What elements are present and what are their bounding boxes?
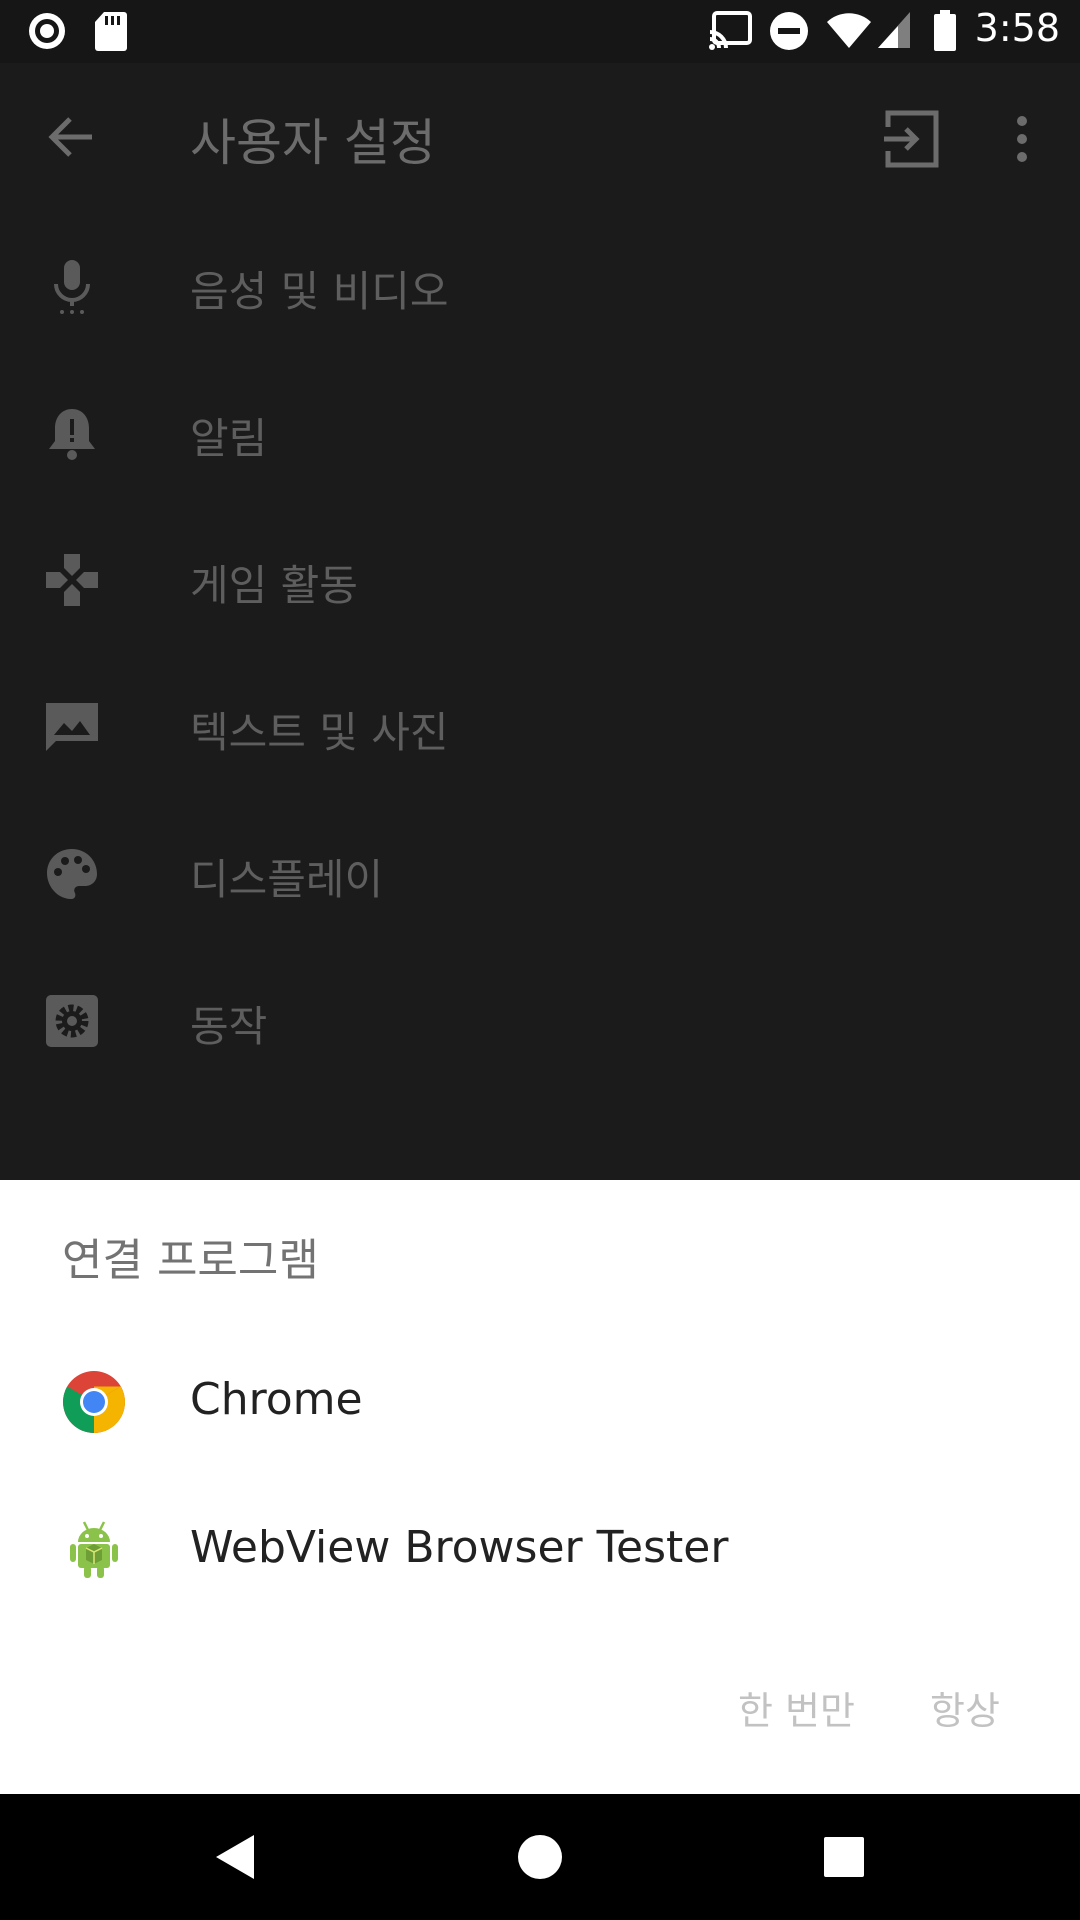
image-icon	[46, 703, 98, 751]
just-once-button[interactable]: 한 번만	[738, 1680, 855, 1735]
screen: 3:58 사용자 설정 음성 및 비디오 알림 게임 활동 텍스트 및 사진 디…	[0, 0, 1080, 1920]
cast-icon	[709, 11, 752, 50]
battery-icon	[934, 10, 956, 51]
back-arrow-icon[interactable]	[40, 105, 104, 169]
back-triangle-icon[interactable]	[206, 1827, 266, 1887]
always-button[interactable]: 항상	[930, 1680, 1000, 1735]
android-icon	[70, 1521, 118, 1578]
app-option-label: WebView Browser Tester	[190, 1522, 729, 1573]
setting-item-notifications[interactable]: 알림	[0, 357, 1080, 504]
gamepad-icon	[46, 554, 98, 606]
status-time: 3:58	[974, 6, 1060, 50]
app-option-label: Chrome	[190, 1374, 363, 1425]
do-not-disturb-icon	[770, 12, 808, 50]
setting-item-behavior[interactable]: 동작	[0, 945, 1080, 1092]
record-icon	[29, 13, 65, 49]
setting-label: 알림	[190, 414, 268, 463]
setting-item-voice-video[interactable]: 음성 및 비디오	[0, 210, 1080, 357]
sheet-title: 연결 프로그램	[62, 1235, 319, 1286]
setting-label: 음성 및 비디오	[190, 267, 449, 316]
app-option-chrome[interactable]: Chrome	[0, 1328, 1080, 1476]
sd-card-icon	[95, 12, 127, 51]
setting-item-text-images[interactable]: 텍스트 및 사진	[0, 651, 1080, 798]
app-bar: 사용자 설정	[0, 63, 1080, 210]
chrome-icon	[63, 1371, 125, 1433]
navigation-bar	[0, 1794, 1080, 1920]
palette-icon	[47, 849, 97, 899]
more-vert-icon[interactable]	[1000, 107, 1044, 171]
setting-label: 동작	[190, 1002, 268, 1051]
cell-signal-icon	[878, 12, 910, 48]
home-circle-icon[interactable]	[510, 1827, 570, 1887]
setting-label: 디스플레이	[190, 855, 384, 904]
bell-icon	[49, 409, 95, 460]
wifi-icon	[827, 13, 871, 48]
setting-item-display[interactable]: 디스플레이	[0, 798, 1080, 945]
open-with-sheet: 연결 프로그램 Chrome WebView Browser Tester 한 …	[0, 1180, 1080, 1794]
page-title: 사용자 설정	[190, 114, 436, 172]
gear-icon	[46, 995, 98, 1047]
recents-square-icon[interactable]	[814, 1827, 874, 1887]
status-bar: 3:58	[0, 0, 1080, 63]
app-option-webview-browser-tester[interactable]: WebView Browser Tester	[0, 1476, 1080, 1624]
setting-label: 게임 활동	[190, 561, 358, 610]
setting-label: 텍스트 및 사진	[190, 708, 449, 757]
mic-icon	[54, 260, 90, 314]
exit-icon[interactable]	[880, 107, 944, 171]
setting-item-game-activity[interactable]: 게임 활동	[0, 504, 1080, 651]
